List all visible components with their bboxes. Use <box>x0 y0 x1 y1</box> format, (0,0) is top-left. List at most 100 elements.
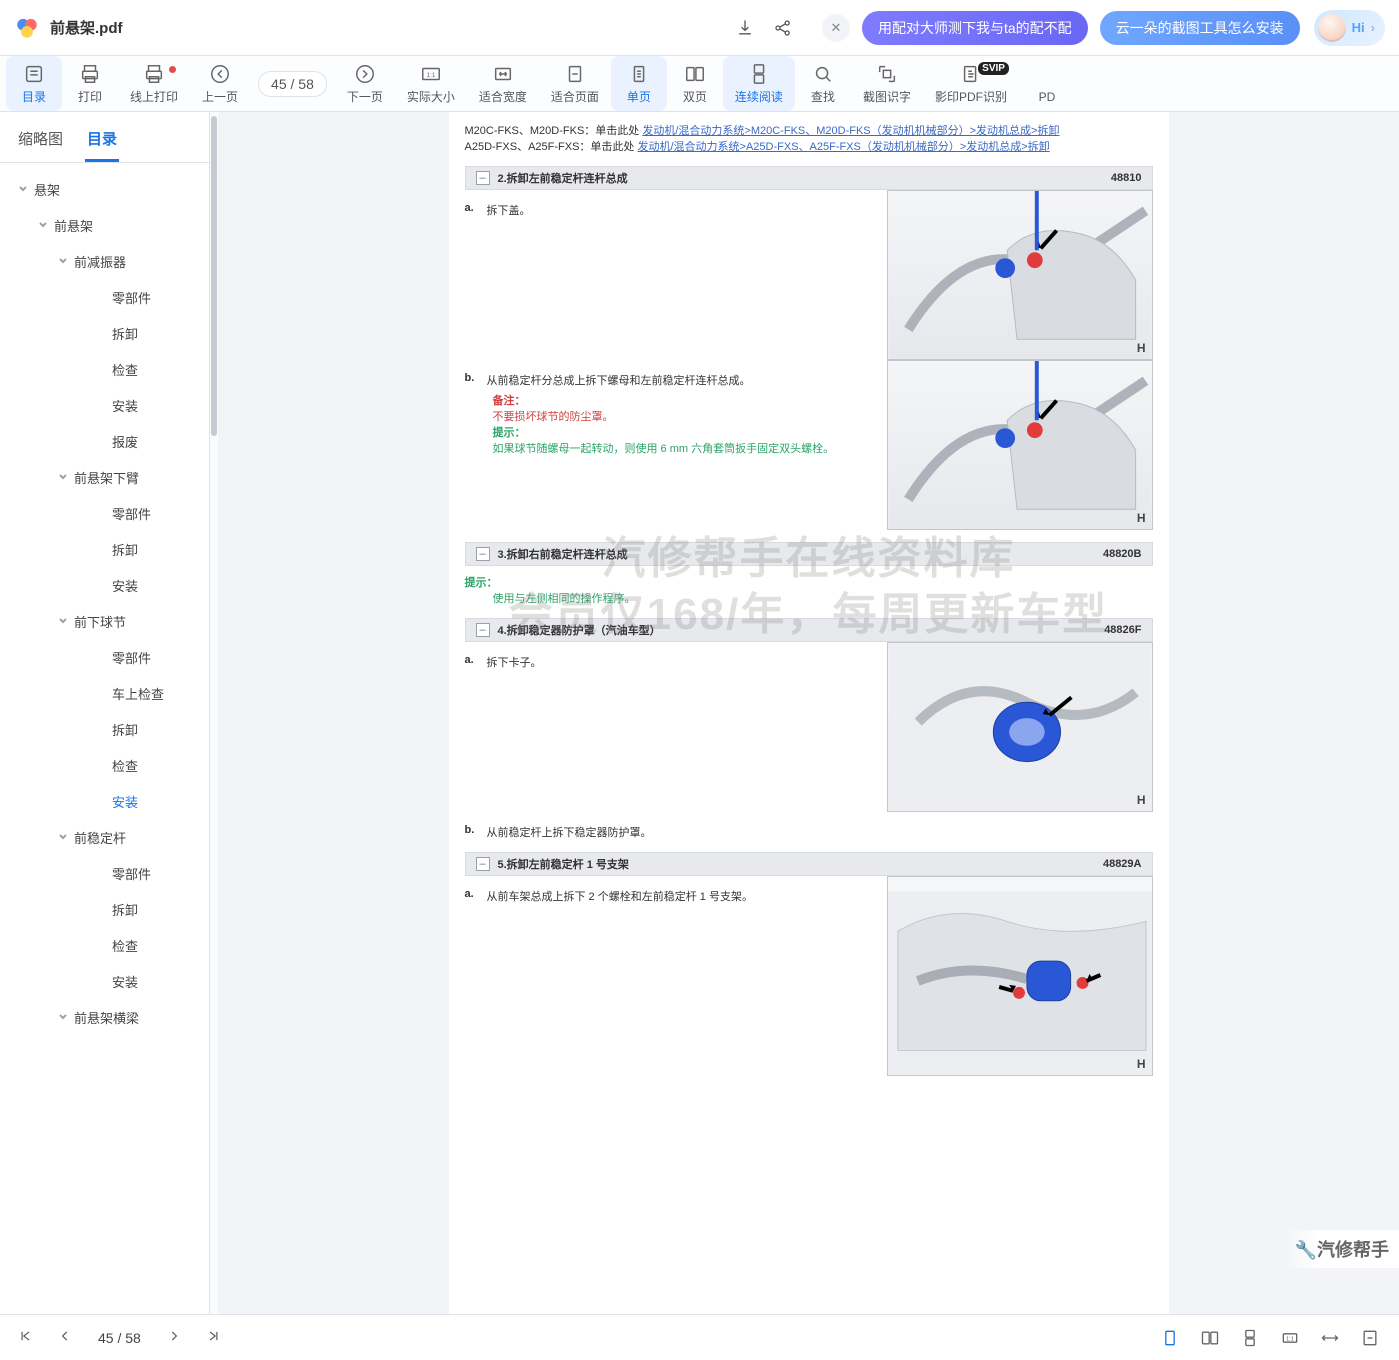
figure: H <box>887 642 1153 812</box>
bottom-fit-width-button[interactable] <box>1319 1327 1341 1349</box>
outline-node[interactable]: 零部件 <box>0 495 209 531</box>
outline-node[interactable]: 安装 <box>0 963 209 999</box>
collapse-icon[interactable]: – <box>476 623 490 637</box>
chevron-down-icon <box>58 472 74 482</box>
outline-node[interactable]: 拆卸 <box>0 531 209 567</box>
share-icon[interactable] <box>768 13 798 43</box>
outline-node[interactable]: 零部件 <box>0 279 209 315</box>
print-icon <box>143 62 165 86</box>
outline-node[interactable]: 前悬架 <box>0 207 209 243</box>
toolbar-prev-page-label: 上一页 <box>202 88 238 105</box>
toolbar-prev-page-button[interactable]: 上一页 <box>190 56 250 111</box>
section-title: 4.拆卸稳定器防护罩（汽油车型） <box>498 622 661 638</box>
toolbar-print-online-label: 线上打印 <box>130 88 178 105</box>
bottom-single-page-button[interactable] <box>1159 1327 1181 1349</box>
outline-node[interactable]: 安装 <box>0 567 209 603</box>
outline-node-label: 前悬架 <box>54 216 93 235</box>
outline-node[interactable]: 检查 <box>0 351 209 387</box>
section-title: 3.拆卸右前稳定杆连杆总成 <box>498 546 628 562</box>
outline-node[interactable]: 报废 <box>0 423 209 459</box>
download-icon[interactable] <box>730 13 760 43</box>
toolbar-next-page-button[interactable]: 下一页 <box>335 56 395 111</box>
outline-node[interactable]: 零部件 <box>0 639 209 675</box>
outline-node[interactable]: 前悬架横梁 <box>0 999 209 1035</box>
toolbar-ocr-button[interactable]: 截图识字 <box>851 56 923 111</box>
step-text: 拆下盖。 <box>487 202 531 218</box>
sidebar-tabs: 缩略图 目录 <box>0 112 209 163</box>
outline-node-label: 零部件 <box>112 648 151 667</box>
promo-pill-1-label: 用配对大师测下我与ta的配不配 <box>878 18 1072 38</box>
toolbar-toc-button[interactable]: 目录 <box>6 56 62 111</box>
fit-page-icon <box>564 62 586 86</box>
sidebar: 缩略图 目录 悬架前悬架前减振器零部件拆卸检查安装报废前悬架下臂零部件拆卸安装前… <box>0 112 210 1314</box>
toolbar-next-page-label: 下一页 <box>347 88 383 105</box>
outline-node-label: 前减振器 <box>74 252 126 271</box>
chevron-down-icon <box>58 256 74 266</box>
sidebar-scrollbar[interactable] <box>210 112 218 1314</box>
toolbar-print-online-button[interactable]: 线上打印 <box>118 56 190 111</box>
section-header: – 3.拆卸右前稳定杆连杆总成 48820B <box>465 542 1153 566</box>
crop-icon <box>876 62 898 86</box>
toolbar-fit-w-button[interactable]: 适合宽度 <box>467 56 539 111</box>
double-icon <box>684 62 706 86</box>
collapse-icon[interactable]: – <box>476 857 490 871</box>
close-pill-button[interactable]: ✕ <box>822 14 850 42</box>
toolbar-print-button[interactable]: 打印 <box>62 56 118 111</box>
outline-node[interactable]: 安装 <box>0 783 209 819</box>
toolbar-single-label: 单页 <box>627 88 651 105</box>
toolbar-find-button[interactable]: 查找 <box>795 56 851 111</box>
outline-node[interactable]: 前下球节 <box>0 603 209 639</box>
tab-thumbnails[interactable]: 缩略图 <box>16 122 65 162</box>
chevron-down-icon <box>18 184 34 194</box>
outline-tree: 悬架前悬架前减振器零部件拆卸检查安装报废前悬架下臂零部件拆卸安装前下球节零部件车… <box>0 163 209 1314</box>
toolbar-toc-label: 目录 <box>22 88 46 105</box>
first-page-button[interactable] <box>18 1329 32 1346</box>
outline-node[interactable]: 悬架 <box>0 171 209 207</box>
toolbar-double-button[interactable]: 双页 <box>667 56 723 111</box>
engine-reference-link[interactable]: 发动机/混合动力系统>M20C-FKS、M20D-FKS（发动机机械部分）>发动… <box>642 125 1059 137</box>
outline-node[interactable]: 检查 <box>0 927 209 963</box>
outline-node[interactable]: 拆卸 <box>0 315 209 351</box>
promo-pill-2[interactable]: 云一朵的截图工具怎么安装 <box>1100 11 1300 45</box>
collapse-icon[interactable]: – <box>476 547 490 561</box>
outline-node-label: 零部件 <box>112 504 151 523</box>
bottom-double-page-button[interactable] <box>1199 1327 1221 1349</box>
outline-node[interactable]: 前稳定杆 <box>0 819 209 855</box>
document-viewport[interactable]: M20C-FKS、M20D-FKS：单击此处 发动机/混合动力系统>M20C-F… <box>218 112 1399 1314</box>
last-page-button[interactable] <box>207 1329 221 1346</box>
outline-node[interactable]: 拆卸 <box>0 711 209 747</box>
step: a. 从前车架总成上拆下 2 个螺栓和左前稳定杆 1 号支架。 <box>465 888 877 904</box>
toolbar-fit-page-button[interactable]: 适合页面 <box>539 56 611 111</box>
assistant-badge[interactable]: Hi › <box>1314 10 1385 46</box>
toolbar-single-button[interactable]: 单页 <box>611 56 667 111</box>
step: b. 从前稳定杆上拆下稳定器防护罩。 <box>465 824 1153 840</box>
next-page-button[interactable] <box>167 1329 181 1346</box>
bottom-continuous-button[interactable] <box>1239 1327 1261 1349</box>
fit-w-icon <box>492 62 514 86</box>
step: b. 从前稳定杆分总成上拆下螺母和左前稳定杆连杆总成。 <box>465 372 877 388</box>
tab-toc[interactable]: 目录 <box>85 122 119 162</box>
promo-pill-1[interactable]: 用配对大师测下我与ta的配不配 <box>862 11 1088 45</box>
outline-node[interactable]: 前减振器 <box>0 243 209 279</box>
outline-node-label: 检查 <box>112 360 138 379</box>
bottom-actual-size-button[interactable]: 1:1 <box>1279 1327 1301 1349</box>
bottom-fit-page-button[interactable] <box>1359 1327 1381 1349</box>
prev-page-button[interactable] <box>58 1329 72 1346</box>
outline-node[interactable]: 车上检查 <box>0 675 209 711</box>
collapse-icon[interactable]: – <box>476 171 490 185</box>
document-title: 前悬架.pdf <box>50 17 123 38</box>
assistant-hi-label: Hi <box>1352 20 1365 35</box>
outline-node[interactable]: 检查 <box>0 747 209 783</box>
outline-node[interactable]: 零部件 <box>0 855 209 891</box>
toolbar-pdf-truncated-button[interactable]: PD <box>1019 56 1075 111</box>
toolbar-copy-ocr-button[interactable]: 影印PDF识别 SVIP <box>923 56 1019 111</box>
engine-reference-link[interactable]: 发动机/混合动力系统>A25D-FXS、A25F-FXS（发动机机械部分）>发动… <box>637 141 1049 153</box>
note: 提示： 如果球节随螺母一起转动，则使用 6 mm 六角套筒扳手固定双头螺栓。 <box>493 424 877 456</box>
toolbar-cont-button[interactable]: 连续阅读 <box>723 56 795 111</box>
toolbar-find-label: 查找 <box>811 88 835 105</box>
outline-node[interactable]: 前悬架下臂 <box>0 459 209 495</box>
toolbar-actual-button[interactable]: 1:1 实际大小 <box>395 56 467 111</box>
outline-node[interactable]: 拆卸 <box>0 891 209 927</box>
outline-node-label: 拆卸 <box>112 720 138 739</box>
outline-node[interactable]: 安装 <box>0 387 209 423</box>
